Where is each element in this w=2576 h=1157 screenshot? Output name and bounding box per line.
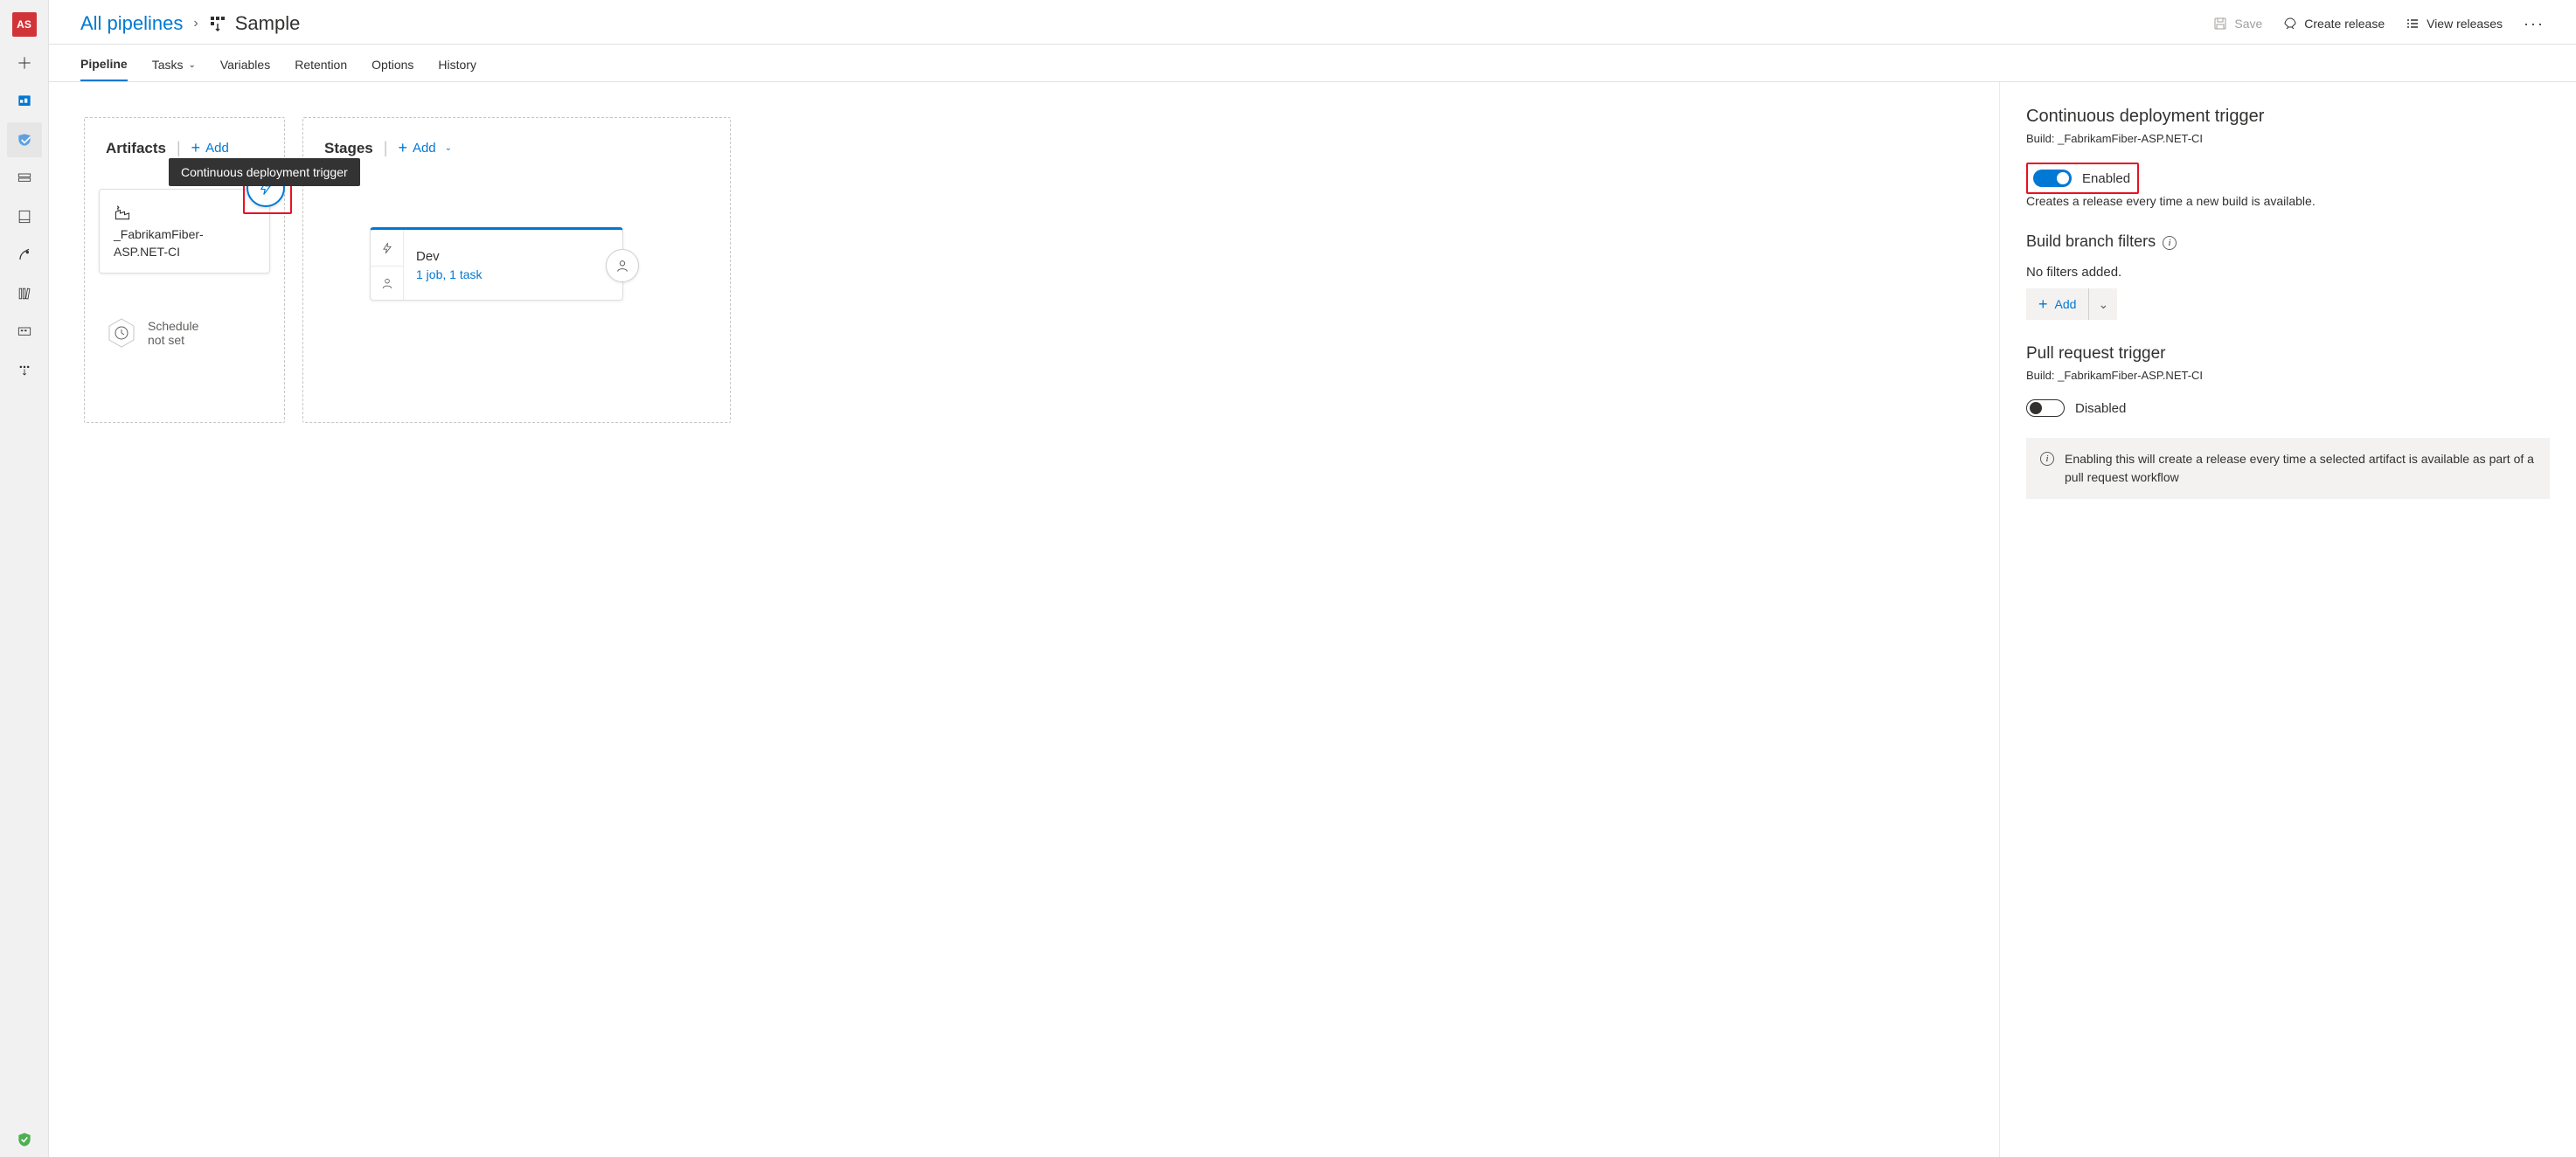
divider: | (177, 139, 181, 157)
tab-tasks[interactable]: Tasks ⌄ (152, 57, 196, 81)
library-icon[interactable] (7, 276, 42, 311)
plus-icon: + (191, 139, 201, 157)
tab-options[interactable]: Options (371, 57, 413, 81)
pr-trigger-subtext: Build: _FabrikamFiber-ASP.NET-CI (2026, 369, 2550, 382)
save-label: Save (2234, 17, 2262, 31)
pr-toggle-label: Disabled (2075, 401, 2126, 416)
person-icon (615, 259, 629, 273)
add-artifact-button[interactable]: + Add (191, 139, 229, 157)
add-filter-button[interactable]: + Add (2026, 288, 2089, 320)
view-releases-label: View releases (2427, 17, 2503, 31)
trigger-tooltip: Continuous deployment trigger (169, 158, 360, 186)
divider: | (384, 139, 388, 157)
stage-card-dev[interactable]: Dev 1 job, 1 task (370, 227, 623, 301)
add-filter-label: Add (2055, 297, 2077, 311)
pipeline-canvas: Artifacts | + Add Continuous deployment t… (49, 82, 1999, 1157)
breadcrumb: All pipelines › Sample (80, 12, 300, 35)
chevron-right-icon: › (193, 16, 198, 31)
add-artifact-label: Add (205, 141, 229, 156)
branch-filters-heading: Build branch filters i (2026, 232, 2550, 251)
plus-icon: + (398, 139, 407, 157)
tab-variables[interactable]: Variables (220, 57, 270, 81)
test-plans-icon[interactable] (7, 199, 42, 234)
stages-column: Stages | + Add ⌄ Dev 1 job, 1 task (302, 117, 731, 423)
save-icon (2213, 17, 2227, 31)
create-release-label: Create release (2304, 17, 2385, 31)
pipeline-name: Sample (235, 12, 301, 35)
person-icon (381, 277, 393, 289)
shield-check-icon[interactable] (7, 1122, 42, 1157)
breadcrumb-all-pipelines-link[interactable]: All pipelines (80, 12, 183, 35)
boards-icon[interactable] (7, 84, 42, 119)
no-filters-text: No filters added. (2026, 265, 2550, 280)
repos-icon[interactable] (7, 161, 42, 196)
artifacts-title: Artifacts (106, 140, 166, 157)
chevron-down-icon: ⌄ (188, 60, 195, 70)
view-releases-button[interactable]: View releases (2406, 17, 2503, 31)
artifacts-column: Artifacts | +Add Continuous deployment t… (84, 117, 285, 423)
artifacts-nav-icon[interactable] (7, 238, 42, 273)
pipelines-icon[interactable] (7, 122, 42, 157)
chevron-down-icon: ⌄ (445, 143, 452, 153)
list-icon (2406, 17, 2420, 31)
add-filter-split-button: + Add ⌄ (2026, 288, 2117, 320)
tab-history[interactable]: History (438, 57, 476, 81)
rocket-icon (2283, 17, 2297, 31)
schedule-label-2: not set (148, 333, 198, 347)
build-source-icon (114, 205, 131, 221)
pre-deploy-conditions-button[interactable] (371, 230, 403, 267)
avatar-initials: AS (12, 12, 37, 37)
cd-toggle-label: Enabled (2082, 171, 2130, 186)
page-header: All pipelines › Sample Save Create relea… (49, 0, 2576, 45)
cd-trigger-heading: Continuous deployment trigger (2026, 107, 2550, 127)
pipeline-icon (209, 15, 226, 32)
add-stage-button[interactable]: + Add ⌄ (398, 139, 452, 157)
task-groups-icon[interactable] (7, 315, 42, 350)
branch-filters-label: Build branch filters (2026, 232, 2156, 251)
pr-info-banner: i Enabling this will create a release ev… (2026, 438, 2550, 499)
stage-tasks-link[interactable]: 1 job, 1 task (416, 267, 483, 281)
add-stage-label: Add (413, 141, 436, 156)
stage-name: Dev (416, 249, 483, 264)
user-avatar[interactable]: AS (7, 7, 42, 42)
plus-icon: + (2038, 295, 2048, 314)
info-icon[interactable]: i (2163, 236, 2177, 250)
pr-trigger-toggle[interactable] (2026, 399, 2065, 417)
cd-trigger-toggle[interactable] (2033, 170, 2072, 187)
artifact-card[interactable]: _FabrikamFiber-ASP.NET-CI (99, 189, 270, 274)
create-release-button[interactable]: Create release (2283, 17, 2385, 31)
pr-trigger-heading: Pull request trigger (2026, 344, 2550, 364)
info-icon: i (2040, 452, 2054, 466)
save-button: Save (2213, 17, 2262, 31)
trigger-settings-panel: Continuous deployment trigger Build: _Fa… (1999, 82, 2576, 1157)
left-navigation-rail: AS (0, 0, 49, 1157)
deployment-groups-icon[interactable] (7, 353, 42, 388)
artifact-name: _FabrikamFiber-ASP.NET-CI (114, 226, 255, 260)
cd-trigger-subtext: Build: _FabrikamFiber-ASP.NET-CI (2026, 132, 2550, 145)
stages-title: Stages (324, 140, 373, 157)
schedule-label-1: Schedule (148, 319, 198, 333)
clock-hexagon-icon (106, 317, 137, 349)
tab-tasks-label: Tasks (152, 58, 184, 72)
pipeline-tabs: Pipeline Tasks ⌄ Variables Retention Opti… (49, 45, 2576, 82)
pr-info-text: Enabling this will create a release ever… (2065, 450, 2536, 487)
add-filter-dropdown[interactable]: ⌄ (2089, 297, 2117, 312)
post-deploy-approvals-button[interactable] (606, 249, 639, 282)
lightning-icon (381, 242, 393, 254)
pipeline-title[interactable]: Sample (209, 12, 301, 35)
schedule-button[interactable]: Schedule not set (99, 317, 270, 349)
more-actions-button[interactable]: ··· (2524, 15, 2545, 33)
tab-pipeline[interactable]: Pipeline (80, 57, 128, 81)
tab-retention[interactable]: Retention (295, 57, 347, 81)
cd-trigger-description: Creates a release every time a new build… (2026, 194, 2550, 208)
add-new-icon[interactable] (7, 45, 42, 80)
header-actions: Save Create release View releases ··· (2213, 15, 2545, 33)
pre-deploy-approvals-button[interactable] (371, 267, 403, 300)
